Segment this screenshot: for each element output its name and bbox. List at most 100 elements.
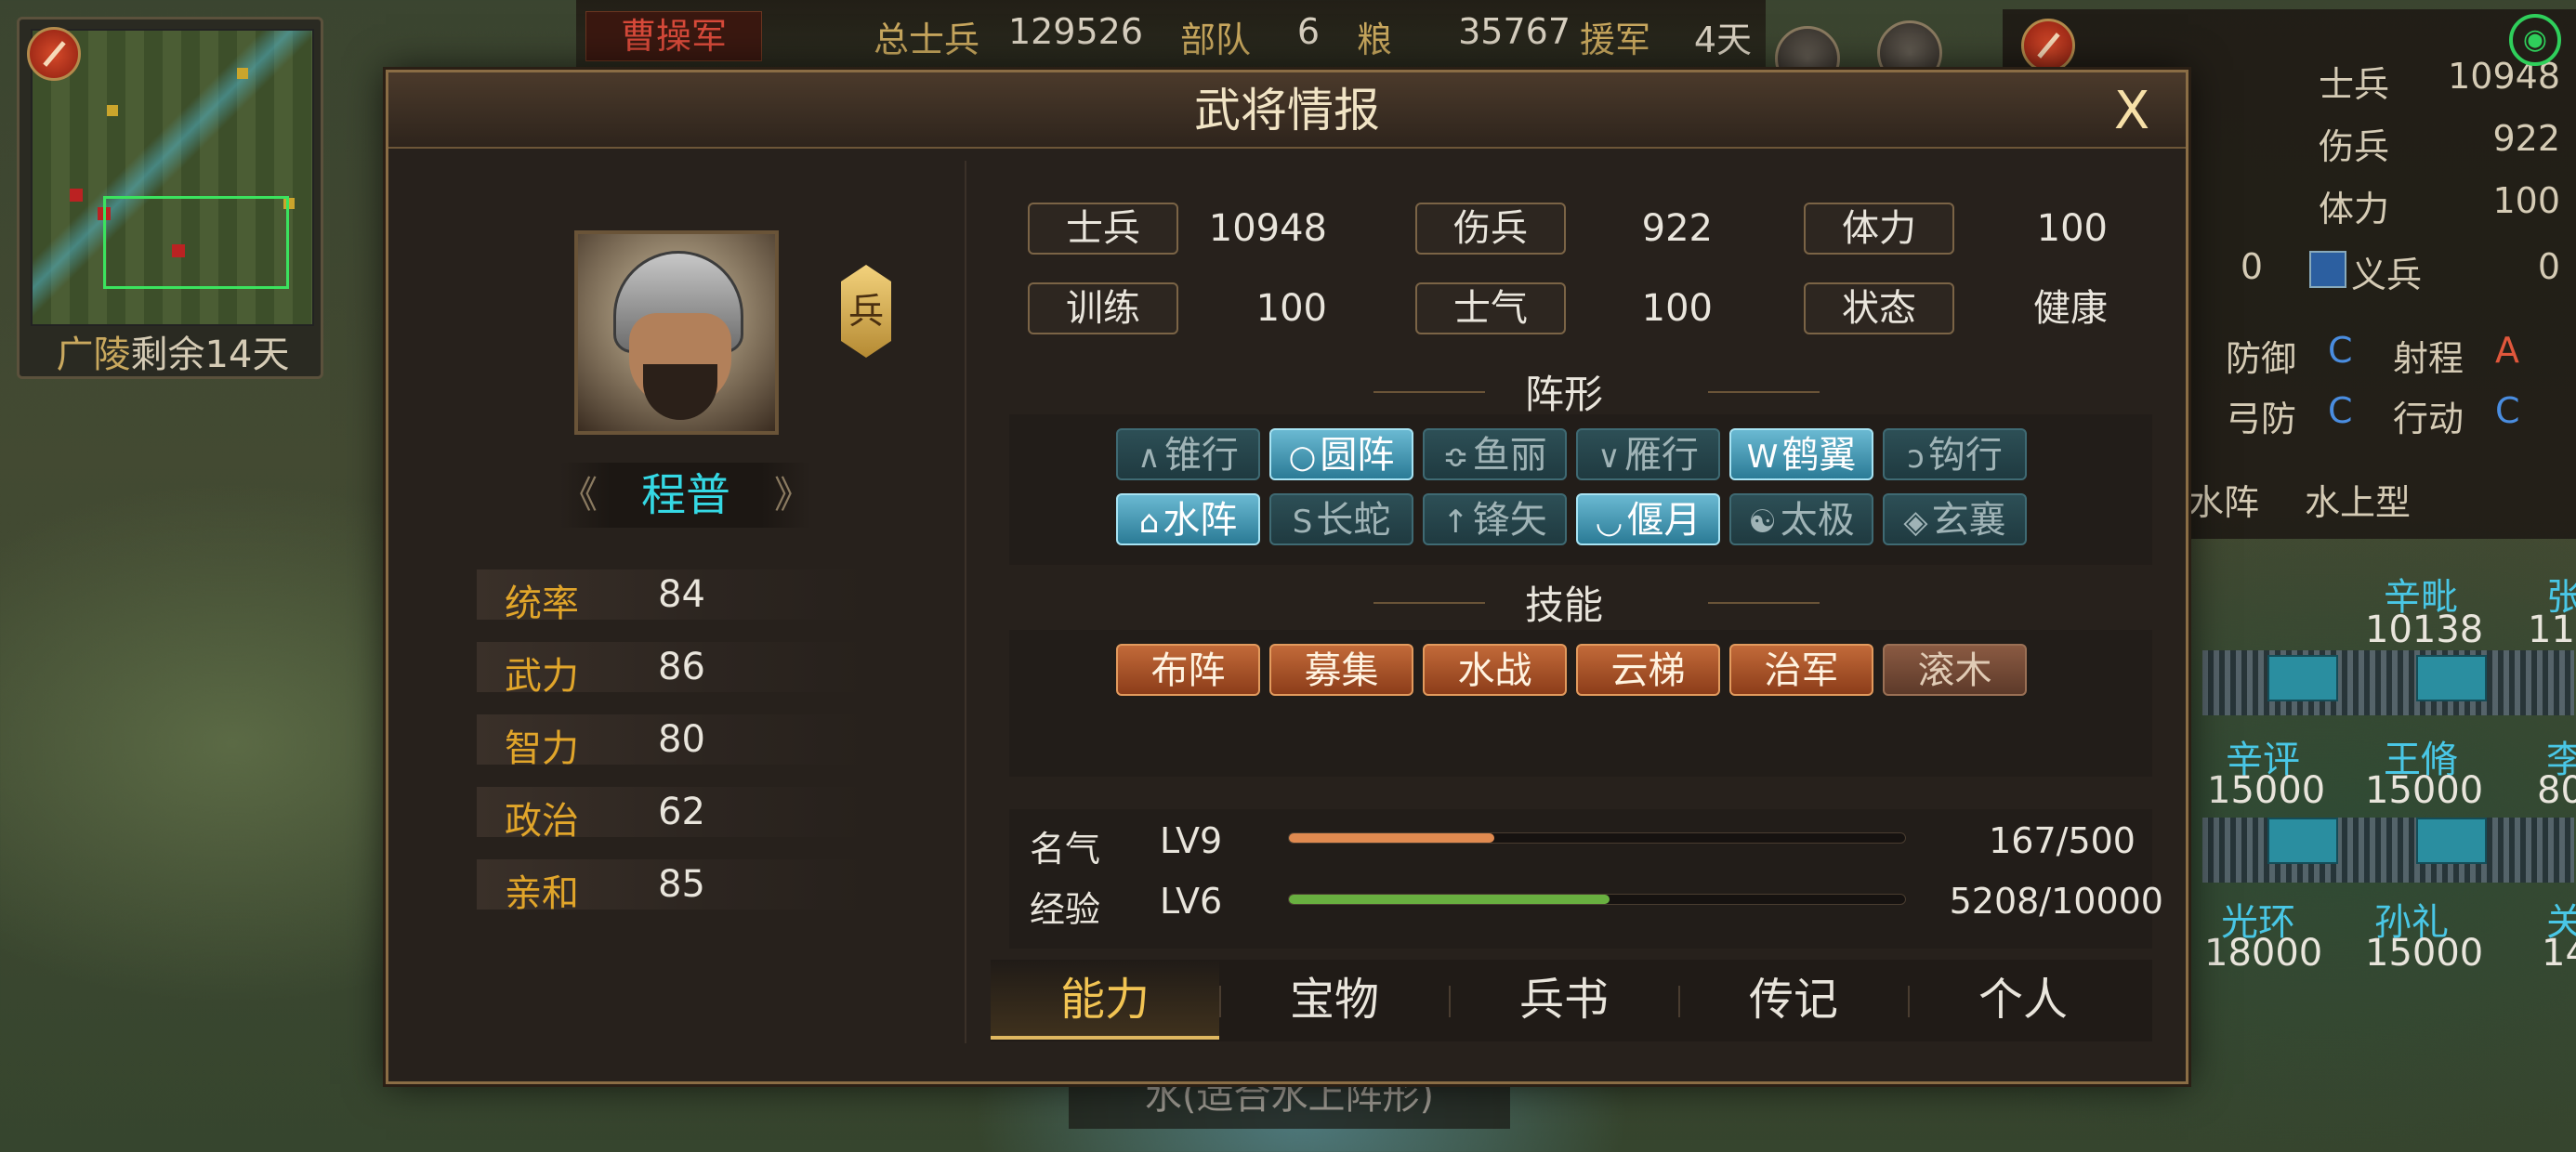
attribute-row: 政治 62 bbox=[477, 787, 867, 843]
formation-button[interactable]: ☯ 太极 bbox=[1729, 493, 1873, 545]
unit-flag[interactable] bbox=[2267, 655, 2338, 701]
def-grade: C bbox=[2328, 330, 2353, 371]
stat-label: 伤兵 bbox=[1415, 203, 1566, 255]
formation-label: 锥行 bbox=[1163, 434, 1239, 477]
tab-4[interactable]: 传记 bbox=[1679, 960, 1908, 1040]
tab-5[interactable]: 个人 bbox=[1909, 960, 2137, 1040]
army-sprites bbox=[2202, 650, 2574, 715]
fame-bar bbox=[1288, 832, 1906, 844]
formation-label: 锋矢 bbox=[1472, 499, 1547, 542]
attribute-label: 亲和 bbox=[505, 872, 579, 915]
tab-1[interactable]: 能力 bbox=[991, 960, 1219, 1040]
archdef-label: 弓防 bbox=[2226, 399, 2297, 439]
panel-formation: 水阵 bbox=[2188, 482, 2260, 523]
formation-button[interactable]: ◡ 偃月 bbox=[1576, 493, 1720, 545]
panel-stamina-value: 100 bbox=[2492, 180, 2560, 221]
beard-shape bbox=[643, 364, 717, 420]
move-grade: C bbox=[2495, 390, 2520, 431]
attribute-label: 智力 bbox=[505, 727, 579, 770]
army-sprites bbox=[2202, 818, 2574, 883]
volunteer-icon bbox=[2309, 251, 2346, 288]
formation-icon: ◡ bbox=[1595, 504, 1623, 541]
food-value: 35767 bbox=[1458, 11, 1571, 52]
formation-button[interactable]: ∧ 锥行 bbox=[1116, 428, 1260, 480]
general-name-box: 《 程普 》 bbox=[560, 463, 811, 528]
panel-volunteer-value: 0 bbox=[2537, 246, 2560, 287]
unit-flag[interactable] bbox=[2416, 655, 2487, 701]
tab-separator bbox=[1449, 986, 1451, 1017]
skill-button[interactable]: 云梯 bbox=[1576, 644, 1720, 696]
attribute-value: 85 bbox=[658, 863, 705, 906]
range-label: 射程 bbox=[2393, 338, 2464, 379]
fame-level: LV9 bbox=[1160, 820, 1223, 861]
formation-button[interactable]: ≎ 鱼丽 bbox=[1423, 428, 1567, 480]
exp-bar-fill bbox=[1289, 895, 1610, 904]
formation-icon: ☯ bbox=[1748, 504, 1777, 541]
unit-troops: 11 bbox=[2528, 609, 2575, 651]
exp-label: 经验 bbox=[1030, 889, 1101, 930]
minimap[interactable]: 广陵剩余14天 bbox=[17, 17, 323, 379]
heading-ornament bbox=[1708, 602, 1820, 621]
minimap-close-icon[interactable] bbox=[27, 27, 81, 81]
panel-stamina-label: 体力 bbox=[2319, 189, 2390, 229]
unit-flag[interactable] bbox=[2416, 818, 2487, 864]
stat-value: 健康 bbox=[2033, 287, 2108, 330]
stat-label: 训练 bbox=[1028, 282, 1178, 334]
attribute-row: 统率 84 bbox=[477, 569, 867, 625]
prev-general-arrow[interactable]: 《 bbox=[560, 463, 598, 528]
formation-button[interactable]: ↄ 钩行 bbox=[1883, 428, 2027, 480]
skill-button[interactable]: 募集 bbox=[1269, 644, 1413, 696]
formation-icon: S bbox=[1292, 504, 1313, 541]
formation-icon: ↄ bbox=[1907, 439, 1925, 476]
formation-icon: ∧ bbox=[1137, 439, 1161, 476]
panel-close-icon[interactable] bbox=[2021, 19, 2075, 72]
attribute-label: 政治 bbox=[505, 800, 579, 843]
formation-button[interactable]: S 长蛇 bbox=[1269, 493, 1413, 545]
days-remaining: 剩余14天 bbox=[130, 334, 290, 376]
stat-value: 100 bbox=[2036, 207, 2108, 250]
panel-wounded-label: 伤兵 bbox=[2319, 126, 2390, 167]
unit-troops: 15000 bbox=[2207, 769, 2326, 812]
panel-soldiers-label: 士兵 bbox=[2319, 64, 2390, 105]
formation-icon: ↑ bbox=[1442, 504, 1469, 541]
panel-volunteer-label: 义兵 bbox=[2351, 255, 2423, 295]
unit-troops: 80 bbox=[2537, 769, 2576, 812]
stat-value: 10948 bbox=[1208, 207, 1327, 250]
attribute-value: 80 bbox=[658, 718, 705, 761]
unit-troops: 10138 bbox=[2365, 609, 2484, 651]
formation-button[interactable]: W 鹤翼 bbox=[1729, 428, 1873, 480]
formation-button[interactable]: ↑ 锋矢 bbox=[1423, 493, 1567, 545]
range-grade: A bbox=[2495, 330, 2519, 371]
unit-troops: 14 bbox=[2542, 932, 2576, 975]
reinforce-value: 4天 bbox=[1693, 20, 1752, 60]
formation-heading: 阵形 bbox=[1524, 372, 1603, 417]
stat-value: 100 bbox=[1641, 287, 1713, 330]
tab-3[interactable]: 兵书 bbox=[1450, 960, 1678, 1040]
skill-button[interactable]: 治军 bbox=[1729, 644, 1873, 696]
close-button[interactable]: X bbox=[2104, 85, 2160, 141]
next-general-arrow[interactable]: 》 bbox=[774, 463, 811, 528]
formation-label: 长蛇 bbox=[1316, 499, 1391, 542]
unit-troops: 18000 bbox=[2204, 932, 2323, 975]
formation-button[interactable]: ○ 圆阵 bbox=[1269, 428, 1413, 480]
minimap-viewport[interactable] bbox=[103, 196, 289, 289]
fame-bar-fill bbox=[1289, 833, 1495, 843]
formation-icon: W bbox=[1746, 439, 1779, 476]
stat-value: 922 bbox=[1641, 207, 1713, 250]
tab-2[interactable]: 宝物 bbox=[1220, 960, 1449, 1040]
formation-button[interactable]: ◈ 玄襄 bbox=[1883, 493, 2027, 545]
stat-label: 体力 bbox=[1804, 203, 1954, 255]
skill-button[interactable]: 滚木 bbox=[1883, 644, 2027, 696]
formation-icon: ≎ bbox=[1442, 439, 1469, 476]
heading-ornament bbox=[1373, 602, 1485, 621]
exp-level: LV6 bbox=[1160, 881, 1223, 922]
attribute-row: 亲和 85 bbox=[477, 859, 867, 915]
formation-label: 雁行 bbox=[1623, 434, 1699, 477]
heading-ornament bbox=[1373, 391, 1485, 410]
unit-flag[interactable] bbox=[2267, 818, 2338, 864]
network-icon: ◉ bbox=[2509, 14, 2561, 66]
formation-button[interactable]: ⌂ 水阵 bbox=[1116, 493, 1260, 545]
skill-button[interactable]: 布阵 bbox=[1116, 644, 1260, 696]
formation-button[interactable]: ∨ 雁行 bbox=[1576, 428, 1720, 480]
skill-button[interactable]: 水战 bbox=[1423, 644, 1567, 696]
